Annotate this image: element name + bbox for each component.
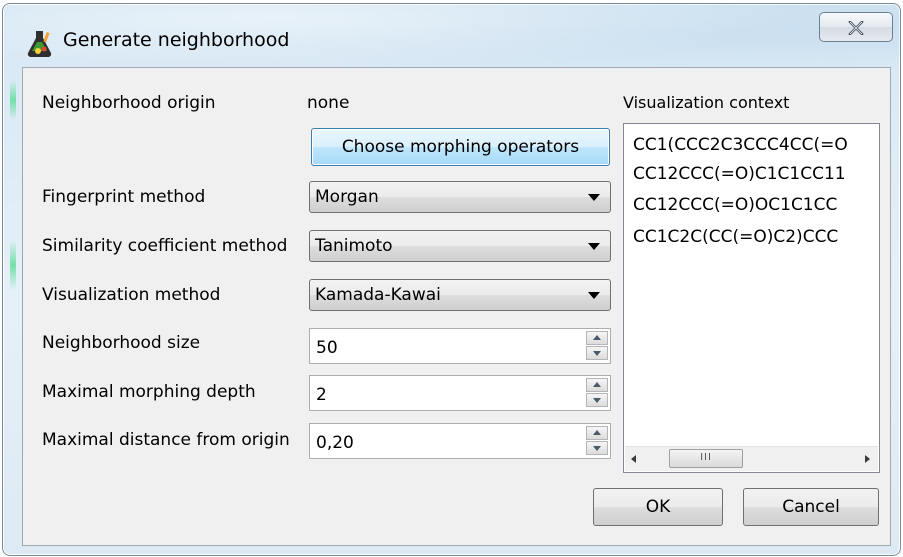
list-item[interactable]: CC1C2C(CC(=O)C2)CCC: [633, 227, 838, 247]
aero-glow: [10, 80, 16, 120]
size-label: Neighborhood size: [42, 333, 201, 353]
scroll-right-icon[interactable]: [865, 455, 870, 463]
spin-down-icon[interactable]: [586, 393, 608, 407]
morphing-depth-value: 2: [316, 385, 327, 405]
origin-label: Neighborhood origin: [42, 93, 216, 113]
chevron-down-icon: [588, 292, 600, 299]
max-distance-value: 0,20: [316, 433, 354, 453]
origin-value: none: [307, 93, 350, 113]
visualization-context-list[interactable]: CC1(CCC2C3CCC4CC(=O CC12CCC(=O)C1C1CC11 …: [623, 123, 880, 473]
spin-arrows: [586, 331, 608, 361]
chevron-down-icon: [588, 194, 600, 201]
fingerprint-label: Fingerprint method: [42, 187, 206, 207]
neighborhood-size-spinbox[interactable]: 50: [309, 328, 611, 364]
neighborhood-size-value: 50: [316, 338, 338, 358]
fingerprint-select[interactable]: Morgan: [309, 181, 611, 213]
fingerprint-selected: Morgan: [315, 187, 379, 207]
depth-label: Maximal morphing depth: [42, 382, 256, 402]
max-distance-spinbox[interactable]: 0,20: [309, 423, 611, 459]
visualization-label: Visualization method: [42, 285, 221, 305]
window-title: Generate neighborhood: [63, 29, 290, 51]
context-label: Visualization context: [623, 93, 790, 112]
ok-button[interactable]: OK: [593, 488, 723, 526]
close-button[interactable]: [819, 12, 893, 42]
flask-app-icon: [27, 31, 52, 58]
spin-arrows: [586, 378, 608, 408]
scroll-thumb[interactable]: III: [669, 449, 743, 468]
aero-glow: [10, 240, 16, 290]
spin-down-icon[interactable]: [586, 441, 608, 455]
spin-up-icon[interactable]: [586, 378, 608, 392]
list-item[interactable]: CC12CCC(=O)C1C1CC11: [633, 164, 846, 184]
list-item[interactable]: CC12CCC(=O)OC1C1CC: [633, 195, 837, 215]
scroll-left-icon[interactable]: [631, 455, 636, 463]
visualization-select[interactable]: Kamada-Kawai: [309, 279, 611, 311]
close-x-icon: [848, 21, 864, 35]
choose-morphing-operators-button[interactable]: Choose morphing operators: [311, 128, 610, 166]
spin-up-icon[interactable]: [586, 426, 608, 440]
spin-arrows: [586, 426, 608, 456]
similarity-label: Similarity coefficient method: [42, 236, 288, 256]
similarity-selected: Tanimoto: [315, 236, 393, 256]
spin-up-icon[interactable]: [586, 331, 608, 345]
morphing-depth-spinbox[interactable]: 2: [309, 375, 611, 411]
visualization-selected: Kamada-Kawai: [315, 285, 441, 305]
distance-label: Maximal distance from origin: [42, 430, 290, 450]
cancel-button[interactable]: Cancel: [743, 488, 879, 526]
similarity-select[interactable]: Tanimoto: [309, 230, 611, 262]
chevron-down-icon: [588, 243, 600, 250]
horizontal-scrollbar[interactable]: III: [625, 446, 878, 471]
list-item[interactable]: CC1(CCC2C3CCC4CC(=O: [633, 135, 848, 155]
spin-down-icon[interactable]: [586, 346, 608, 360]
